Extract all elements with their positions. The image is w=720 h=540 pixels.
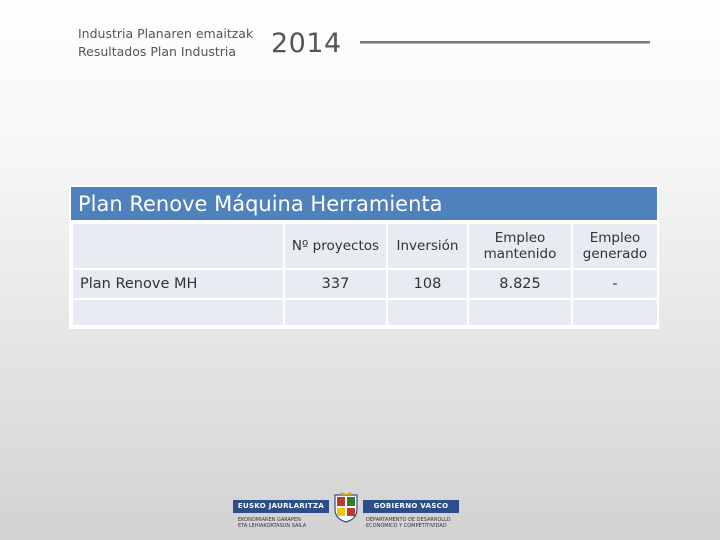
logo-name-spanish: GOBIERNO VASCO — [363, 500, 459, 513]
table-row: Plan Renove MH 337 108 8.825 - — [71, 268, 659, 300]
logo-department-basque: EKONOMIAREN GARAPEN ETA LEHIAKORTASUN SA… — [238, 517, 307, 529]
header-divider — [360, 41, 650, 44]
table-row-empty — [71, 298, 659, 327]
cell-inversion: 108 — [386, 268, 469, 300]
header-year: 2014 — [271, 28, 342, 59]
basque-government-logo: EUSKO JAURLARITZA GOBIERNO VASCO EKONOMI… — [233, 491, 459, 540]
empty-cell — [283, 298, 388, 327]
results-table: Nº proyectos Inversión Empleo mantenido … — [71, 222, 659, 327]
table-title: Plan Renove Máquina Herramienta — [71, 187, 657, 222]
header-cell-empleo-mantenido: Empleo mantenido — [467, 222, 573, 270]
header-cell-proyectos: Nº proyectos — [283, 222, 388, 270]
header-cell-inversion: Inversión — [386, 222, 469, 270]
cell-empleo-generado: - — [571, 268, 659, 300]
logo-name-basque: EUSKO JAURLARITZA — [233, 500, 329, 513]
header-cell-empty — [71, 222, 285, 270]
empty-cell — [386, 298, 469, 327]
row-label: Plan Renove MH — [71, 268, 285, 300]
header-cell-empleo-generado: Empleo generado — [571, 222, 659, 270]
empty-cell — [467, 298, 573, 327]
header-line-basque: Industria Planaren emaitzak — [78, 26, 254, 41]
header-subtitle: Industria Planaren emaitzak Resultados P… — [78, 25, 253, 61]
coat-of-arms-icon — [334, 492, 358, 523]
logo-department-spanish: DEPARTAMENTO DE DESARROLLO ECONÓMICO Y C… — [366, 517, 451, 529]
empty-cell — [71, 298, 285, 327]
results-table-panel: Plan Renove Máquina Herramienta Nº proye… — [69, 185, 659, 329]
table-header-row: Nº proyectos Inversión Empleo mantenido … — [71, 222, 659, 270]
header-line-spanish: Resultados Plan Industria — [78, 44, 237, 59]
cell-proyectos: 337 — [283, 268, 388, 300]
cell-empleo-mantenido: 8.825 — [467, 268, 573, 300]
empty-cell — [571, 298, 659, 327]
